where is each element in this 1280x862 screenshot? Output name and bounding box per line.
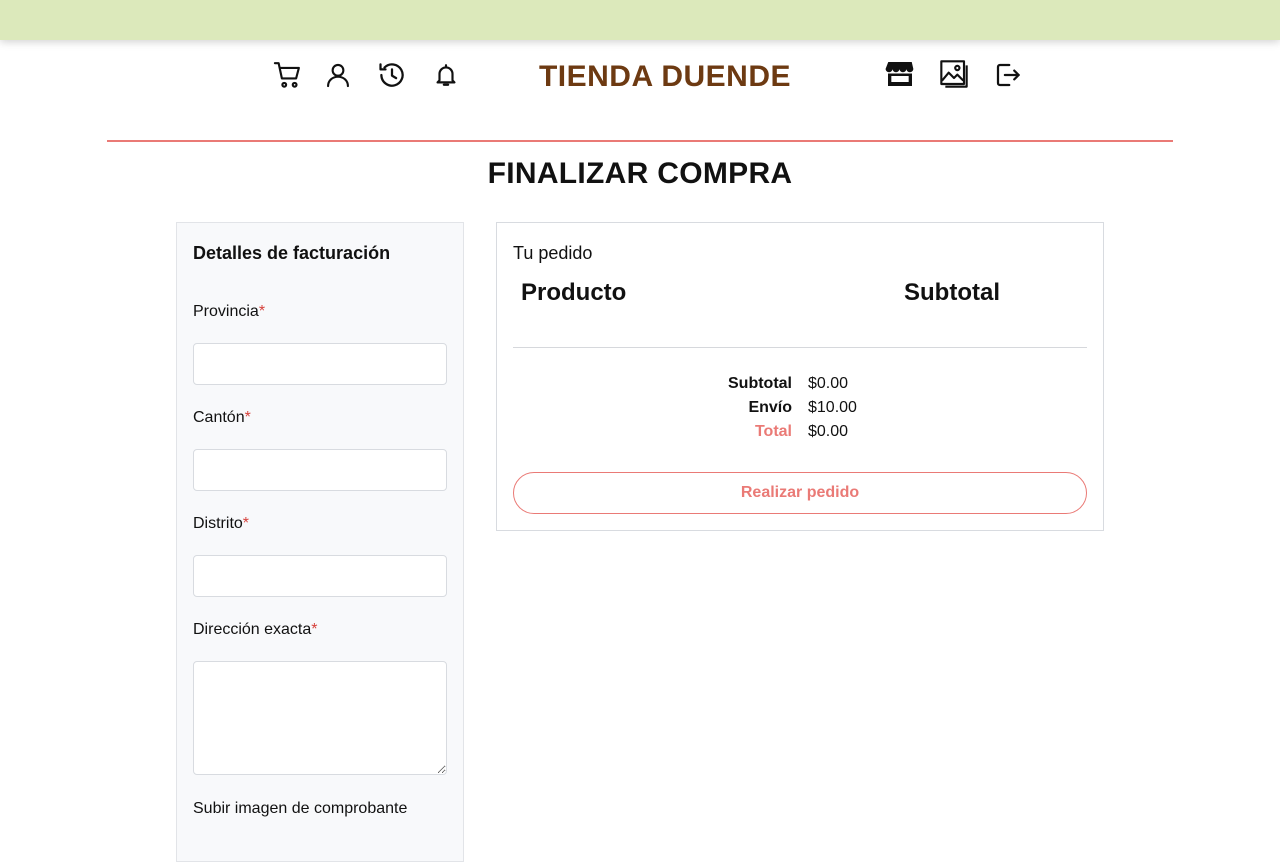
required-mark: * (242, 515, 250, 532)
required-mark: * (311, 621, 318, 638)
canton-input[interactable] (193, 449, 447, 491)
user-icon[interactable] (322, 59, 354, 91)
brand-title[interactable]: TIENDA DUENDE (520, 60, 810, 94)
total-row: Total $0.00 (513, 423, 1087, 447)
logout-icon[interactable] (992, 59, 1024, 91)
subtotal-label: Subtotal (728, 375, 792, 392)
direccion-exacta-label: Dirección exacta* (193, 621, 318, 638)
product-column-header: Producto (521, 279, 627, 306)
top-banner (0, 0, 1280, 40)
canton-label: Cantón* (193, 409, 251, 426)
shipping-label: Envío (748, 399, 792, 416)
subtotal-value: $0.00 (808, 375, 849, 392)
provincia-label: Provincia* (193, 303, 266, 320)
required-mark: * (244, 409, 251, 426)
provincia-input[interactable] (193, 343, 447, 385)
total-value: $0.00 (808, 423, 849, 440)
order-title: Tu pedido (513, 243, 593, 263)
cart-icon[interactable] (272, 59, 304, 91)
billing-title: Detalles de facturación (193, 243, 391, 263)
header-divider (107, 140, 1173, 142)
shipping-value: $10.00 (808, 399, 857, 416)
history-icon[interactable] (376, 59, 408, 91)
page-title: FINALIZAR COMPRA (487, 157, 793, 190)
place-order-button[interactable]: Realizar pedido (513, 472, 1087, 514)
store-icon[interactable] (884, 58, 916, 90)
order-panel: Tu pedido Producto Subtotal Subtotal $0.… (496, 222, 1104, 531)
distrito-input[interactable] (193, 555, 447, 597)
billing-details-panel: Detalles de facturación Provincia* Cantó… (176, 222, 464, 862)
subtotal-column-header: Subtotal (904, 279, 1000, 306)
order-separator (513, 347, 1087, 348)
gallery-icon[interactable] (938, 58, 970, 90)
upload-receipt-label: Subir imagen de comprobante (193, 800, 408, 817)
total-label: Total (754, 423, 792, 440)
subtotal-row: Subtotal $0.00 (513, 375, 1087, 399)
bell-icon[interactable] (430, 59, 462, 91)
direccion-exacta-textarea[interactable] (193, 661, 447, 775)
required-mark: * (258, 303, 266, 320)
distrito-label: Distrito* (193, 515, 250, 532)
shipping-row: Envío $10.00 (513, 399, 1087, 423)
